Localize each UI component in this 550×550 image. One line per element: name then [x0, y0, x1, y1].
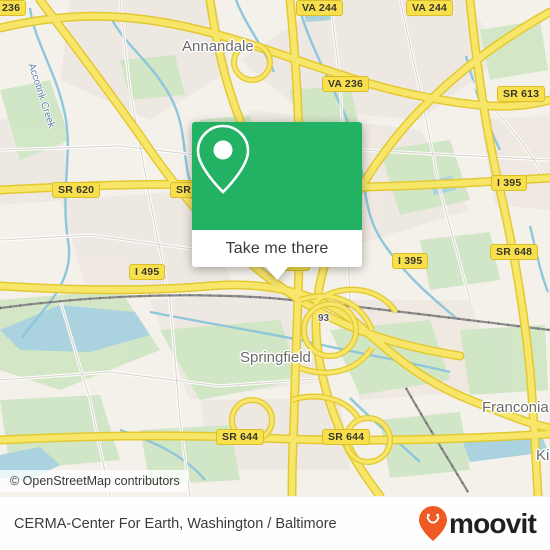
road-shield-sr613[interactable]: SR 613	[497, 86, 546, 102]
road-shield-i395-b[interactable]: I 395	[392, 253, 429, 269]
moovit-pin-smile-icon	[419, 505, 448, 541]
place-label-franconia: Franconia	[482, 399, 549, 416]
road-number-label: 93	[318, 313, 330, 324]
take-me-there-label: Take me there	[225, 239, 329, 257]
road-shield-va236[interactable]: VA 236	[322, 76, 370, 92]
road-shield-i495[interactable]: I 495	[129, 264, 166, 280]
moovit-wordmark: moovit	[449, 507, 537, 539]
moovit-logo[interactable]: moovit	[418, 505, 537, 543]
footer-bar: CERMA-Center For Earth, Washington / Bal…	[0, 496, 550, 550]
location-callout-card[interactable]: Take me there	[192, 122, 362, 280]
road-shield-sr644-a[interactable]: SR 644	[216, 429, 265, 445]
road-shield-sr644-b[interactable]: SR 644	[322, 429, 371, 445]
road-shield-va244-b[interactable]: VA 244	[406, 0, 454, 16]
map-pin-icon	[196, 124, 250, 194]
map-screenshot: Accotink Creek Annandale Springfield Fra…	[0, 0, 550, 550]
callout-pointer	[266, 267, 288, 280]
place-label-springfield: Springfield	[240, 349, 311, 366]
road-shield-va244-a[interactable]: VA 244	[296, 0, 344, 16]
location-title: CERMA-Center For Earth, Washington / Bal…	[14, 515, 337, 532]
place-label-kingstowne: Ki	[536, 447, 550, 464]
place-label-annandale: Annandale	[182, 38, 254, 55]
attribution-text: © OpenStreetMap contributors	[10, 474, 180, 488]
road-shield-sr620[interactable]: SR 620	[52, 182, 101, 198]
map-attribution[interactable]: © OpenStreetMap contributors	[0, 470, 188, 492]
road-shield-i395-a[interactable]: I 395	[491, 175, 528, 191]
callout-action-bar[interactable]: Take me there	[192, 230, 362, 267]
callout-image-area	[192, 122, 362, 230]
map-canvas[interactable]: Accotink Creek Annandale Springfield Fra…	[0, 0, 550, 496]
road-shield-236[interactable]: 236	[0, 0, 27, 16]
road-shield-sr648[interactable]: SR 648	[490, 244, 539, 260]
